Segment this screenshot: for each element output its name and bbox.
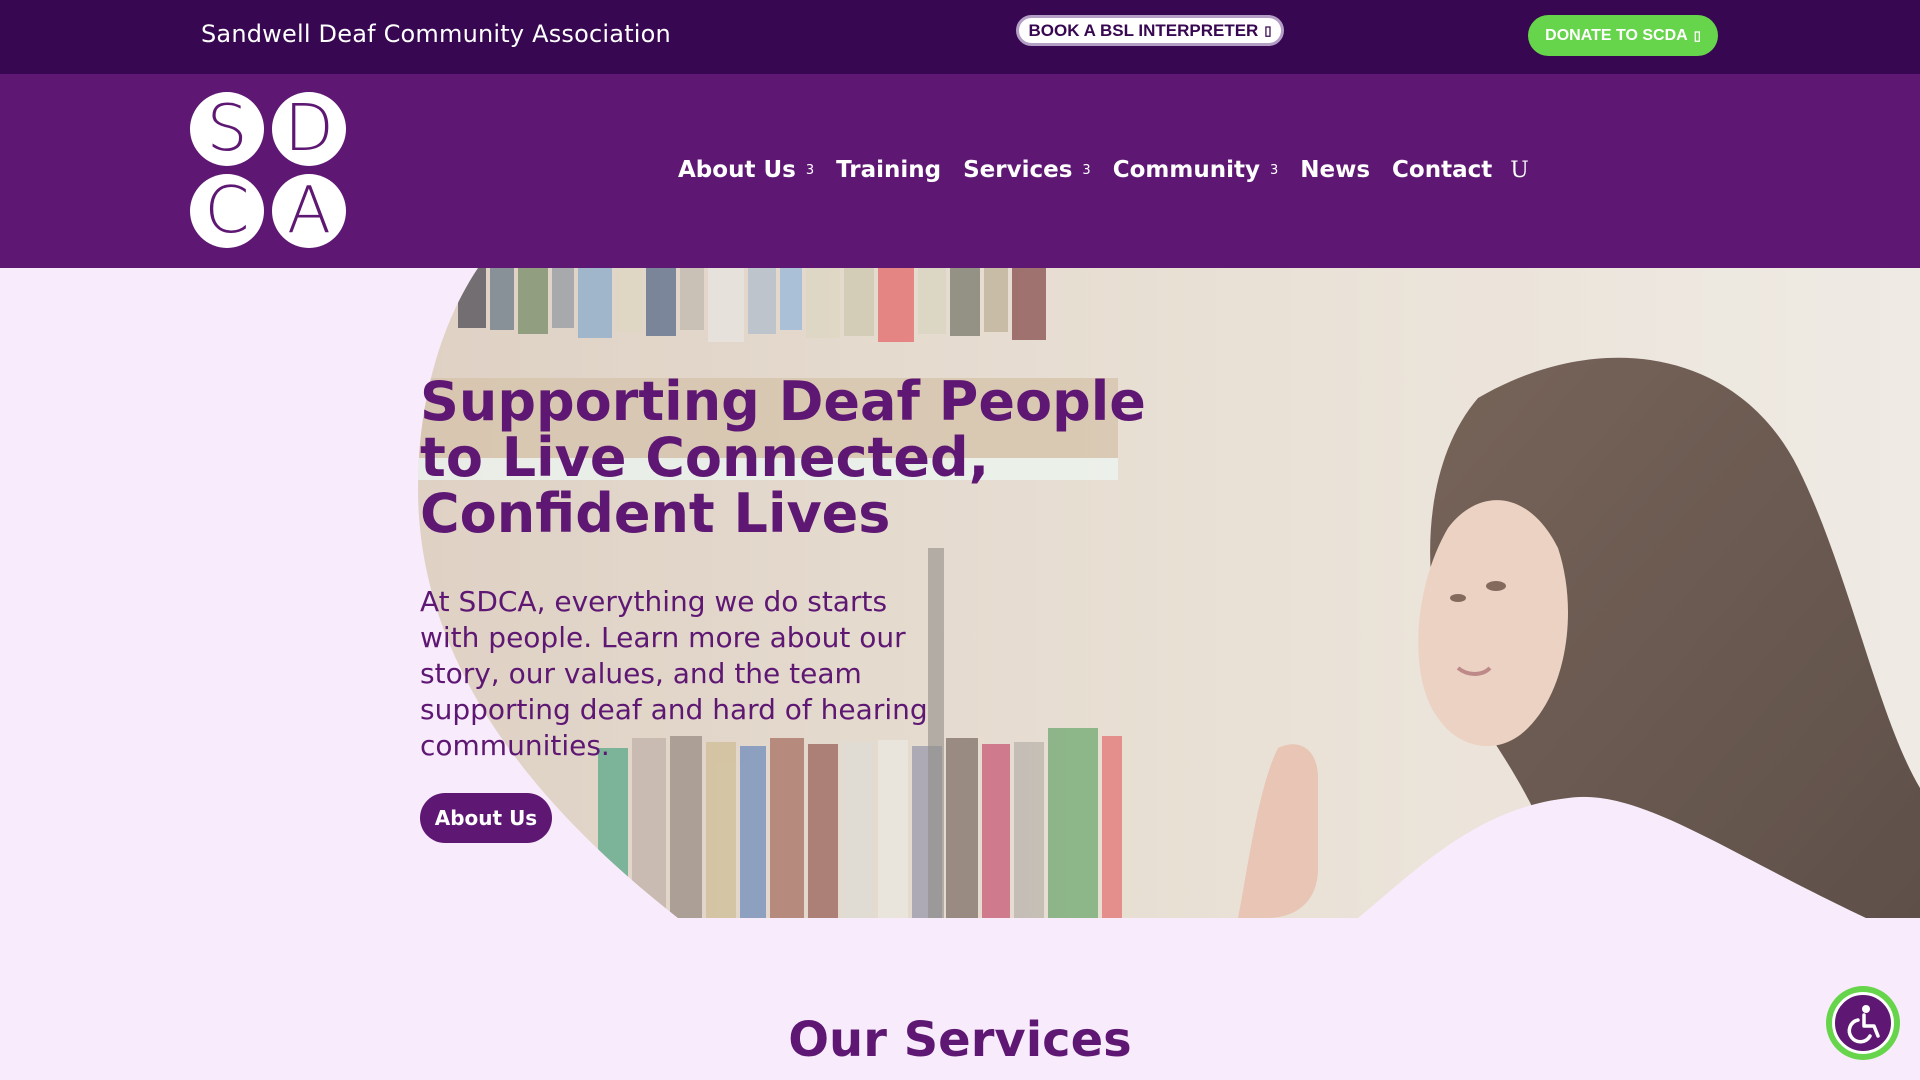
services-heading: Our Services — [788, 1012, 1132, 1068]
main-navigation: About Us 3 Training Services 3 Community… — [678, 152, 1529, 188]
hero-title: Supporting Deaf People to Live Connected… — [420, 370, 1146, 545]
nav-item-community[interactable]: Community 3 — [1113, 157, 1279, 183]
arrow-icon: ▯ — [1264, 22, 1272, 38]
nav-item-contact[interactable]: Contact — [1392, 157, 1492, 183]
nav-item-training[interactable]: Training — [836, 157, 941, 183]
nav-label: Services — [963, 157, 1073, 183]
nav-item-about-us[interactable]: About Us 3 — [678, 157, 814, 183]
top-bar: Sandwell Deaf Community Association BOOK… — [0, 0, 1920, 74]
nav-label: Contact — [1392, 157, 1493, 183]
organisation-name: Sandwell Deaf Community Association — [201, 20, 671, 48]
donate-label: DONATE TO SCDA — [1545, 26, 1688, 44]
nav-item-news[interactable]: News — [1300, 157, 1370, 183]
logo-letter-d: D — [272, 92, 346, 166]
logo-letter-c: C — [190, 174, 264, 248]
chevron-down-icon: 3 — [1269, 162, 1279, 178]
chevron-down-icon: 3 — [1082, 162, 1091, 178]
book-bsl-interpreter-button[interactable]: BOOK A BSL INTERPRETER ▯ — [1016, 15, 1284, 46]
accessibility-icon — [1832, 992, 1894, 1054]
donate-button[interactable]: DONATE TO SCDA ▯ — [1528, 15, 1718, 56]
logo-letter-a: A — [272, 174, 346, 248]
search-icon[interactable]: U — [1510, 158, 1529, 183]
nav-label: News — [1300, 157, 1371, 183]
nav-item-services[interactable]: Services 3 — [963, 157, 1091, 183]
sdca-logo[interactable]: S D C A — [190, 92, 346, 248]
nav-label: Training — [836, 157, 942, 183]
chevron-down-icon: 3 — [805, 162, 815, 178]
nav-label: About Us — [678, 157, 796, 183]
nav-label: Community — [1112, 157, 1260, 183]
about-us-button[interactable]: About Us — [420, 793, 552, 843]
book-bsl-interpreter-label: BOOK A BSL INTERPRETER — [1028, 20, 1259, 40]
arrow-icon: ▯ — [1693, 27, 1701, 43]
logo-letter-s: S — [190, 92, 264, 166]
hero-description: At SDCA, everything we do starts with pe… — [420, 585, 928, 762]
accessibility-button[interactable] — [1826, 986, 1900, 1060]
